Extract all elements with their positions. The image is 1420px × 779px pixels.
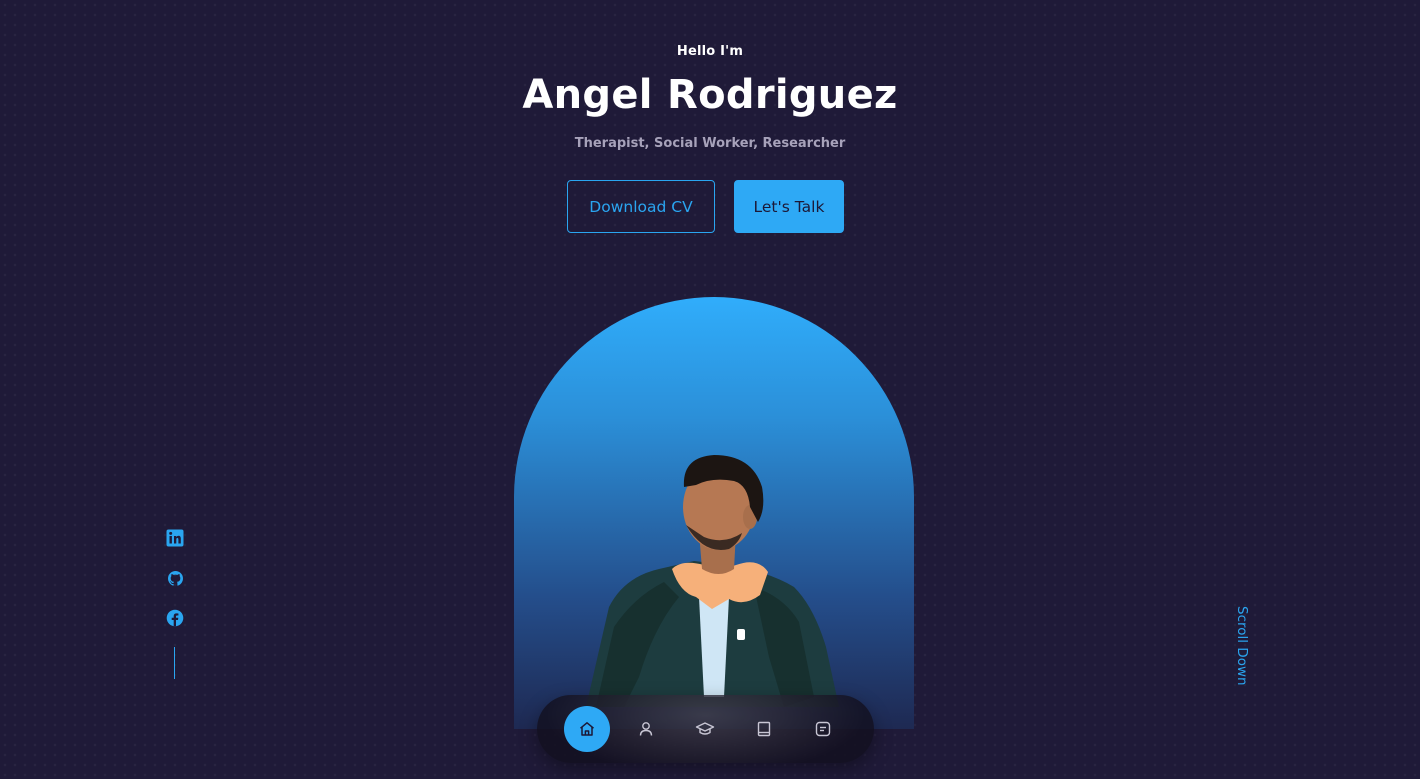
social-divider-line: [174, 647, 175, 679]
linkedin-icon: [166, 529, 184, 547]
nav-about[interactable]: [623, 706, 669, 752]
message-icon: [815, 721, 831, 737]
nav-home[interactable]: [564, 706, 610, 752]
lets-talk-button[interactable]: Let's Talk: [734, 180, 844, 233]
graduation-cap-icon: [695, 722, 715, 735]
hero-section: Hello I'm Angel Rodriguez Therapist, Soc…: [0, 0, 1420, 779]
nav-contact[interactable]: [800, 706, 846, 752]
scroll-down-link[interactable]: Scroll Down: [1232, 606, 1250, 686]
download-cv-button[interactable]: Download CV: [567, 180, 715, 233]
facebook-icon: [166, 609, 184, 627]
portrait-image: [586, 455, 839, 707]
github-icon: [167, 570, 183, 586]
linkedin-link[interactable]: [165, 528, 185, 548]
user-icon: [639, 722, 653, 736]
hero-name: Angel Rodriguez: [522, 72, 898, 118]
hero-roles: Therapist, Social Worker, Researcher: [574, 136, 846, 151]
nav-education[interactable]: [682, 706, 728, 752]
home-icon: [580, 722, 594, 736]
github-link[interactable]: [165, 568, 185, 588]
portrait-arch: [514, 297, 914, 729]
bottom-nav: [537, 695, 874, 763]
nav-portfolio[interactable]: [741, 706, 787, 752]
greeting-text: Hello I'm: [676, 44, 744, 59]
facebook-link[interactable]: [165, 608, 185, 628]
book-icon: [757, 721, 771, 737]
